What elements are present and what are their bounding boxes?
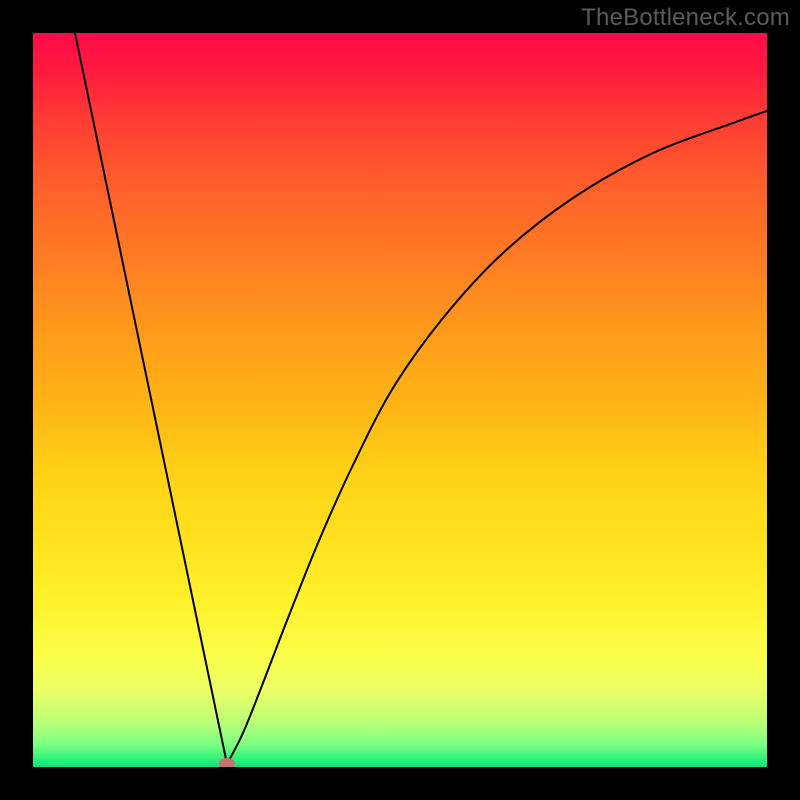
curve-layer [33, 33, 767, 767]
chart-container: TheBottleneck.com [0, 0, 800, 800]
plot-area [33, 33, 767, 767]
minimum-marker [219, 758, 235, 767]
v-curve-line [75, 33, 767, 764]
watermark-text: TheBottleneck.com [581, 4, 790, 32]
